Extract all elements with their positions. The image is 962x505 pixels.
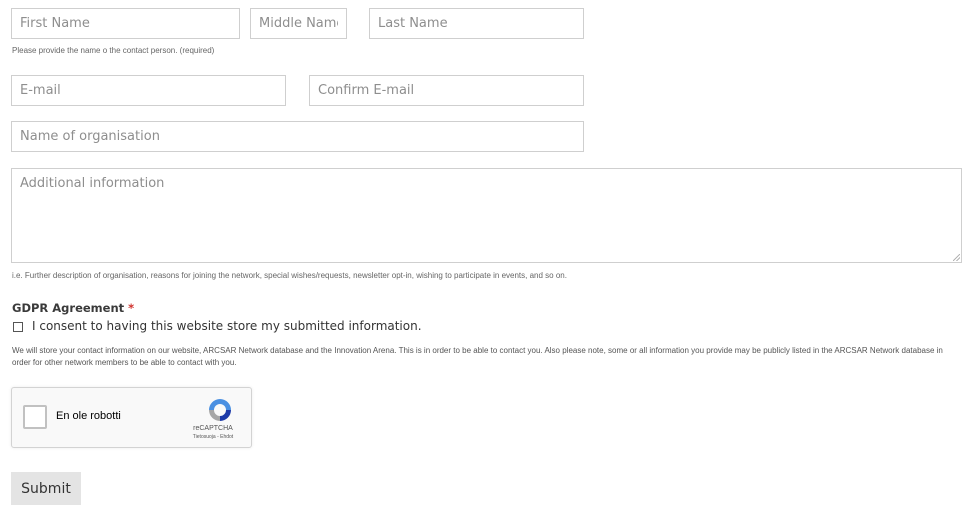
recaptcha-widget: En ole robotti reCAPTCHA Tietosuoja - Eh… <box>11 387 252 448</box>
name-help-text: Please provide the name o the contact pe… <box>12 46 215 55</box>
email-input[interactable] <box>11 75 286 106</box>
consent-checkbox[interactable] <box>13 322 23 332</box>
gdpr-title: GDPR Agreement * <box>12 301 134 315</box>
consent-label[interactable]: I consent to having this website store m… <box>32 319 422 333</box>
last-name-input[interactable] <box>369 8 584 39</box>
organisation-input[interactable] <box>11 121 584 152</box>
additional-help-text: i.e. Further description of organisation… <box>12 271 567 280</box>
confirm-email-input[interactable] <box>309 75 584 106</box>
required-marker: * <box>128 301 135 315</box>
recaptcha-brand: reCAPTCHA <box>193 425 233 432</box>
recaptcha-label: En ole robotti <box>56 410 121 422</box>
additional-information-textarea[interactable] <box>11 168 962 263</box>
recaptcha-checkbox[interactable] <box>23 405 47 429</box>
submit-button[interactable]: Submit <box>11 472 81 505</box>
middle-name-input[interactable] <box>250 8 347 39</box>
resize-handle-icon[interactable] <box>953 254 960 261</box>
gdpr-title-text: GDPR Agreement <box>12 301 125 315</box>
recaptcha-logo-icon <box>209 399 231 421</box>
gdpr-description: We will store your contact information o… <box>12 346 943 367</box>
first-name-input[interactable] <box>11 8 240 39</box>
recaptcha-privacy-terms-links[interactable]: Tietosuoja - Ehdot <box>180 434 246 440</box>
